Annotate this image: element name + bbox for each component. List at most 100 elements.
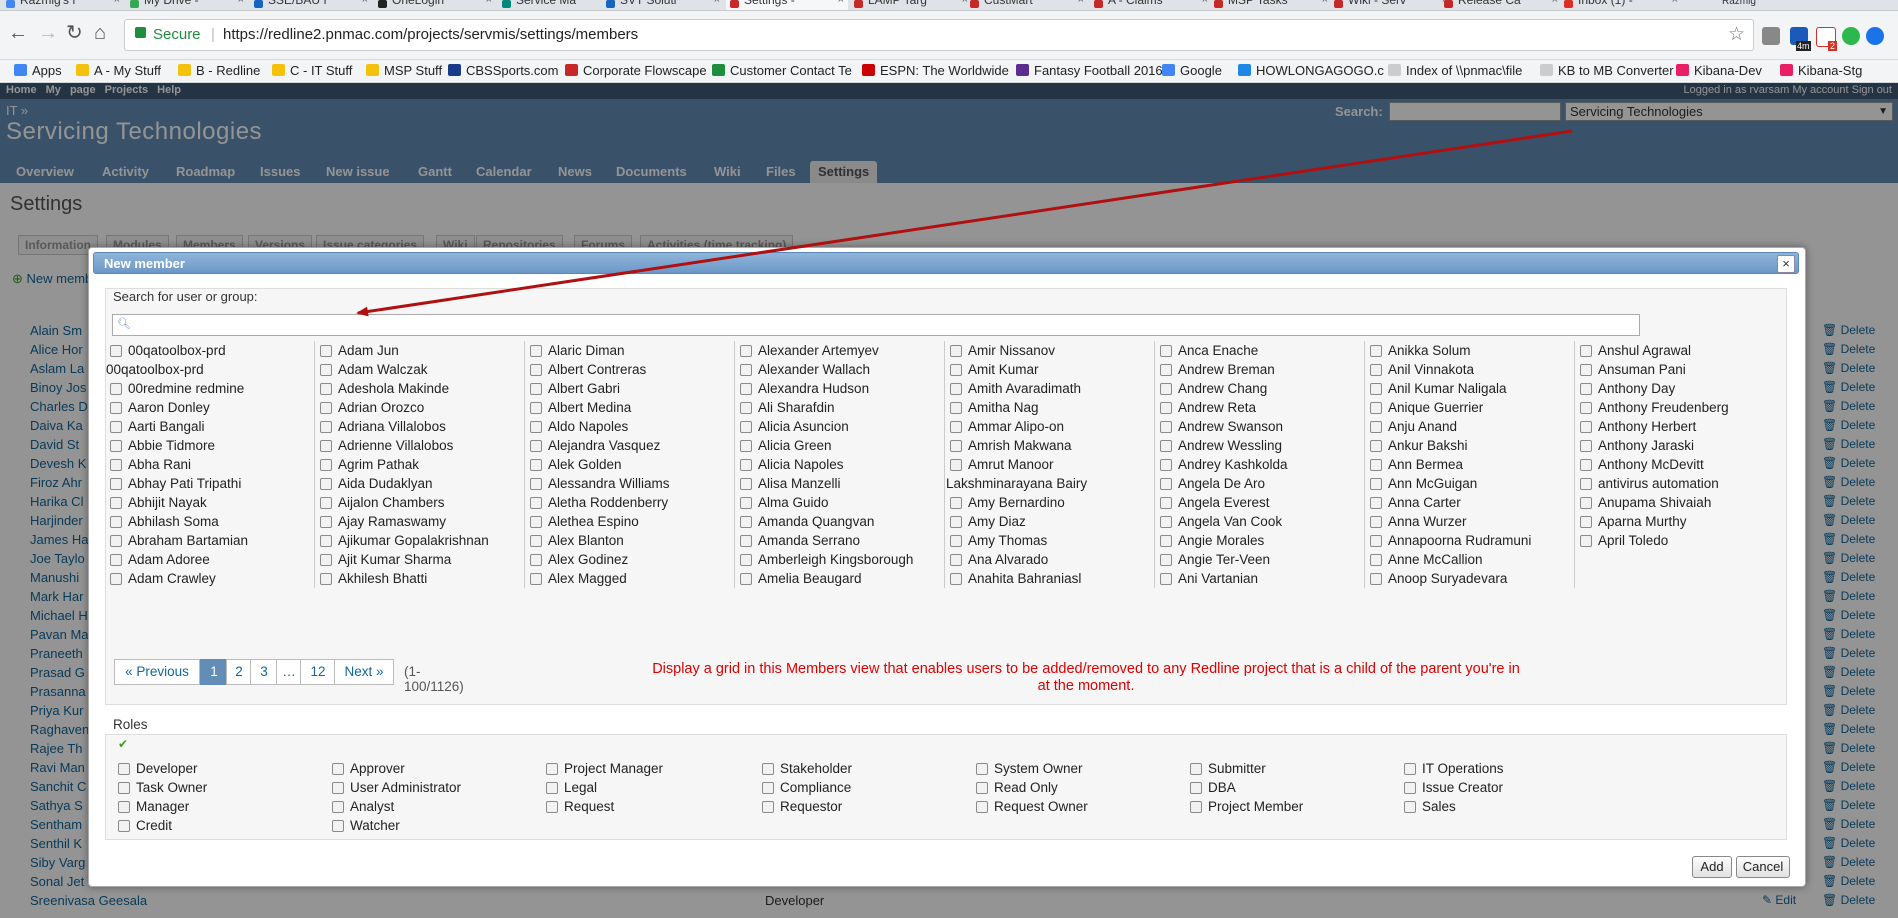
user-checkbox[interactable] [1160,516,1172,528]
user-option[interactable]: Anupama Shivaiah [1576,493,1729,512]
user-checkbox[interactable] [1160,573,1172,585]
user-checkbox[interactable] [1370,440,1382,452]
user-checkbox[interactable] [1580,535,1592,547]
user-checkbox[interactable] [950,421,962,433]
user-option[interactable]: Ankur Bakshi [1366,436,1531,455]
user-option[interactable]: Adriana Villalobos [316,417,489,436]
user-checkbox[interactable] [1370,345,1382,357]
user-checkbox[interactable] [740,364,752,376]
user-option[interactable]: Amitha Nag [946,398,1087,417]
user-checkbox[interactable] [1580,345,1592,357]
user-option[interactable]: Abhilash Soma [106,512,248,531]
bookmark-item[interactable]: Google [1162,63,1222,78]
user-checkbox[interactable] [110,478,122,490]
role-checkbox[interactable] [118,820,130,832]
user-option[interactable]: Adam Jun [316,341,489,360]
user-option[interactable]: Alex Godinez [526,550,670,569]
role-checkbox[interactable] [1190,801,1202,813]
user-checkbox[interactable] [740,497,752,509]
user-option[interactable]: Aida Dudaklyan [316,474,489,493]
tab-close-icon[interactable]: × [238,0,244,6]
user-option[interactable]: Anthony McDevitt [1576,455,1729,474]
user-checkbox[interactable] [110,516,122,528]
user-checkbox[interactable] [950,535,962,547]
user-option[interactable]: Albert Medina [526,398,670,417]
user-checkbox[interactable] [740,440,752,452]
role-option[interactable]: User Administrator [332,778,461,797]
browser-tab[interactable]: Wiki - Serv× [1330,0,1452,10]
user-checkbox[interactable] [1580,402,1592,414]
role-checkbox[interactable] [762,782,774,794]
user-option[interactable]: Alethea Espino [526,512,670,531]
user-checkbox[interactable] [1160,554,1172,566]
user-option[interactable]: Alexander Wallach [736,360,913,379]
role-option[interactable]: Project Member [1190,797,1303,816]
user-checkbox[interactable] [320,573,332,585]
bookmark-item[interactable]: Apps [14,63,62,78]
user-checkbox[interactable] [1370,402,1382,414]
user-checkbox[interactable] [740,535,752,547]
user-checkbox[interactable] [1160,535,1172,547]
user-option[interactable]: Angela De Aro [1156,474,1288,493]
user-checkbox[interactable] [530,573,542,585]
role-option[interactable]: Analyst [332,797,461,816]
user-option[interactable]: Anju Anand [1366,417,1531,436]
address-bar[interactable]: Secure | https://redline2.pnmac.com/proj… [124,19,1754,51]
user-option[interactable]: Adam Crawley [106,569,248,588]
tab-close-icon[interactable]: × [1202,0,1208,6]
bookmark-item[interactable]: Kibana-Stg [1780,63,1862,78]
user-option[interactable]: Abha Rani [106,455,248,474]
user-checkbox[interactable] [740,402,752,414]
user-checkbox[interactable] [950,364,962,376]
user-option[interactable]: Abbie Tidmore [106,436,248,455]
role-checkbox[interactable] [118,763,130,775]
role-option[interactable]: Requestor [762,797,852,816]
user-checkbox[interactable] [950,554,962,566]
bookmark-item[interactable]: CBSSports.com [448,63,558,78]
user-checkbox[interactable] [1370,497,1382,509]
user-checkbox[interactable] [320,516,332,528]
role-option[interactable]: Request Owner [976,797,1088,816]
user-checkbox[interactable] [740,383,752,395]
user-checkbox[interactable] [530,364,542,376]
user-checkbox[interactable] [530,383,542,395]
user-checkbox[interactable] [320,497,332,509]
browser-tab[interactable]: LAMP Targ × [850,0,972,10]
bookmark-star-icon[interactable]: ☆ [1728,23,1745,46]
user-option[interactable]: 00qatoolbox-prd [106,360,248,379]
browser-tab[interactable]: CustMart × [966,0,1088,10]
bookmark-item[interactable]: Customer Contact Te [712,63,852,78]
user-option[interactable]: Angie Ter-Veen [1156,550,1288,569]
user-option[interactable]: Andrey Kashkolda [1156,455,1288,474]
bookmark-item[interactable]: KB to MB Converter [1540,63,1674,78]
user-checkbox[interactable] [530,459,542,471]
profile-name[interactable]: Razmig [1722,0,1756,7]
bookmark-item[interactable]: Corporate Flowscape [565,63,707,78]
user-checkbox[interactable] [110,535,122,547]
back-icon[interactable]: ← [8,23,28,43]
user-checkbox[interactable] [320,421,332,433]
user-checkbox[interactable] [1160,402,1172,414]
user-checkbox[interactable] [1160,421,1172,433]
user-option[interactable]: Amanda Serrano [736,531,913,550]
bookmark-item[interactable]: ESPN: The Worldwide [862,63,1009,78]
user-option[interactable]: Aijalon Chambers [316,493,489,512]
user-checkbox[interactable] [1160,459,1172,471]
tab-close-icon[interactable]: × [362,0,368,6]
user-checkbox[interactable] [1580,459,1592,471]
user-option[interactable]: Alexandra Hudson [736,379,913,398]
user-checkbox[interactable] [110,554,122,566]
extension-icon[interactable] [1762,27,1780,45]
pagination-page-2[interactable]: 2 [226,659,252,685]
role-option[interactable]: Legal [546,778,663,797]
browser-tab[interactable]: SSE/BAU I × [250,0,372,10]
bookmark-item[interactable]: A - My Stuff [76,63,161,78]
user-option[interactable]: Albert Contreras [526,360,670,379]
role-option[interactable]: System Owner [976,759,1088,778]
role-option[interactable]: DBA [1190,778,1303,797]
role-option[interactable]: Watcher [332,816,461,835]
user-checkbox[interactable] [1370,459,1382,471]
role-option[interactable]: Manager [118,797,207,816]
user-checkbox[interactable] [1160,478,1172,490]
bookmark-item[interactable]: HOWLONGAGOGO.c [1238,63,1384,78]
